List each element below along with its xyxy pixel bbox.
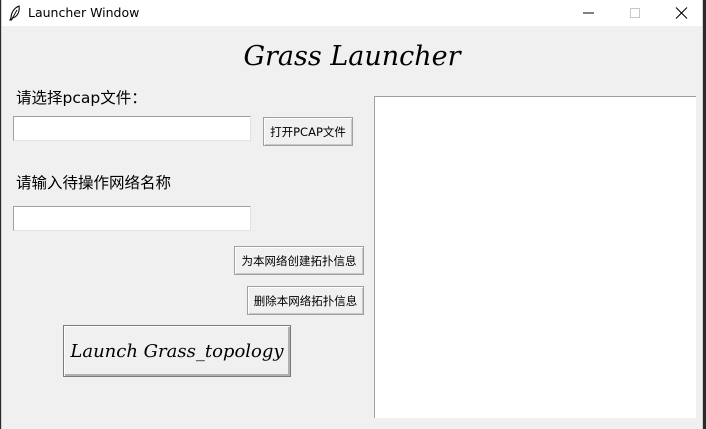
- maximize-icon: [630, 8, 640, 18]
- network-name-input[interactable]: [13, 206, 251, 231]
- maximize-button[interactable]: [612, 0, 658, 26]
- launch-grass-topology-button[interactable]: Launch Grass_topology: [63, 325, 291, 377]
- delete-topology-button[interactable]: 删除本网络拓扑信息: [247, 286, 364, 315]
- create-topology-button[interactable]: 为本网络创建拓扑信息: [234, 246, 364, 275]
- minimize-icon: [583, 12, 594, 14]
- minimize-button[interactable]: [566, 0, 612, 26]
- title-bar[interactable]: Launcher Window: [2, 0, 702, 26]
- network-name-label: 请输入待操作网络名称: [16, 174, 172, 192]
- output-text-area[interactable]: [374, 96, 696, 418]
- close-button[interactable]: [658, 0, 704, 26]
- close-icon: [675, 7, 688, 19]
- open-pcap-button[interactable]: 打开PCAP文件: [263, 117, 353, 146]
- pcap-file-input[interactable]: [13, 116, 251, 141]
- feather-icon: [9, 5, 20, 21]
- launcher-window: Launcher Window Grass Launcher 请选择pcap文件…: [1, 0, 703, 429]
- window-title: Launcher Window: [28, 5, 140, 20]
- pcap-label: 请选择pcap文件：: [16, 89, 147, 107]
- app-heading: Grass Launcher: [243, 41, 461, 72]
